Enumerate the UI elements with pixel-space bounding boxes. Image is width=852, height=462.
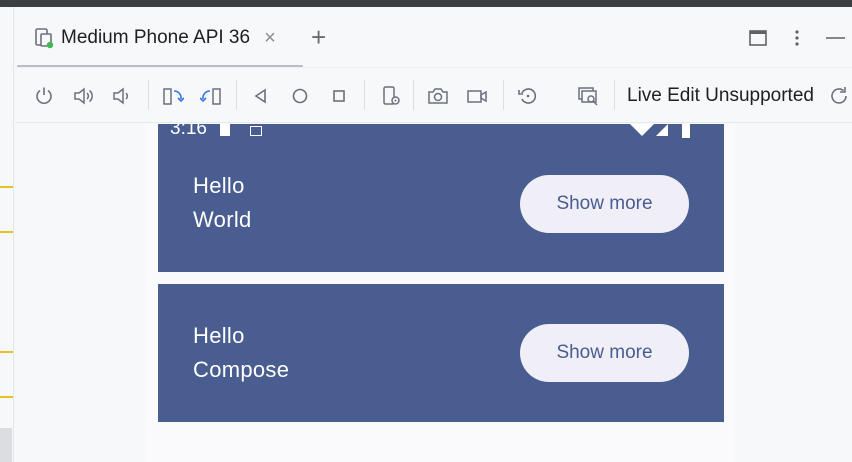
add-tab-icon[interactable]: + bbox=[311, 24, 326, 50]
greeting-text: Hello bbox=[193, 173, 245, 198]
reset-icon[interactable] bbox=[516, 84, 540, 108]
emulator-toolbar: Live Edit Unsupported bbox=[15, 67, 852, 123]
status-bar: 3:16 bbox=[158, 124, 724, 138]
card-text: Hello Compose bbox=[193, 319, 289, 387]
tab-medium-phone[interactable]: Medium Phone API 36 × bbox=[33, 23, 276, 53]
toolbar-separator bbox=[236, 80, 237, 110]
window-restore-icon[interactable] bbox=[747, 27, 769, 49]
close-icon[interactable]: × bbox=[264, 27, 276, 50]
gutter-marker bbox=[0, 186, 13, 188]
volume-up-icon[interactable] bbox=[71, 84, 95, 108]
status-time: 3:16 bbox=[170, 124, 207, 138]
back-icon[interactable] bbox=[249, 84, 273, 108]
name-text: Compose bbox=[193, 357, 290, 382]
live-edit-status[interactable]: Live Edit Unsupported bbox=[627, 85, 814, 107]
rotate-left-icon[interactable] bbox=[161, 84, 185, 108]
show-more-button[interactable]: Show more bbox=[520, 175, 689, 233]
title-bar-strip bbox=[0, 0, 852, 7]
device-tab-bar: Medium Phone API 36 × + bbox=[15, 7, 852, 68]
editor-gutter bbox=[0, 7, 14, 462]
greeting-card: Hello Compose Show more bbox=[158, 284, 724, 422]
keyboard-icon bbox=[250, 126, 262, 136]
toolbar-separator bbox=[503, 80, 504, 110]
name-text: World bbox=[193, 207, 252, 232]
toolbar-separator bbox=[364, 80, 365, 110]
refresh-icon[interactable] bbox=[827, 84, 851, 108]
card-text: Hello World bbox=[193, 169, 252, 237]
gutter-marker bbox=[0, 396, 13, 398]
overview-icon[interactable] bbox=[327, 84, 351, 108]
more-options-icon[interactable] bbox=[786, 27, 808, 49]
rotate-right-icon[interactable] bbox=[199, 84, 223, 108]
gutter-marker bbox=[0, 231, 13, 233]
toolbar-separator bbox=[148, 80, 149, 110]
sim-icon bbox=[220, 124, 230, 136]
toolbar-separator bbox=[614, 80, 615, 110]
power-icon[interactable] bbox=[32, 84, 56, 108]
minimize-icon[interactable] bbox=[824, 27, 846, 49]
screenshot-icon[interactable] bbox=[426, 84, 450, 108]
greeting-card: 3:16 Hello World Show more bbox=[158, 124, 724, 272]
gutter-scrollbar[interactable] bbox=[0, 428, 12, 462]
volume-down-icon[interactable] bbox=[109, 84, 133, 108]
toolbar-separator bbox=[413, 80, 414, 110]
gutter-marker bbox=[0, 351, 13, 353]
tab-title: Medium Phone API 36 bbox=[61, 27, 251, 48]
greeting-text: Hello bbox=[193, 323, 245, 348]
signal-wifi-battery-icon bbox=[630, 124, 690, 138]
home-icon[interactable] bbox=[288, 84, 312, 108]
device-icon bbox=[33, 27, 55, 49]
show-more-button[interactable]: Show more bbox=[520, 324, 689, 382]
snapshot-icon[interactable] bbox=[576, 84, 600, 108]
screen-record-icon[interactable] bbox=[465, 84, 489, 108]
device-settings-icon[interactable] bbox=[379, 84, 403, 108]
